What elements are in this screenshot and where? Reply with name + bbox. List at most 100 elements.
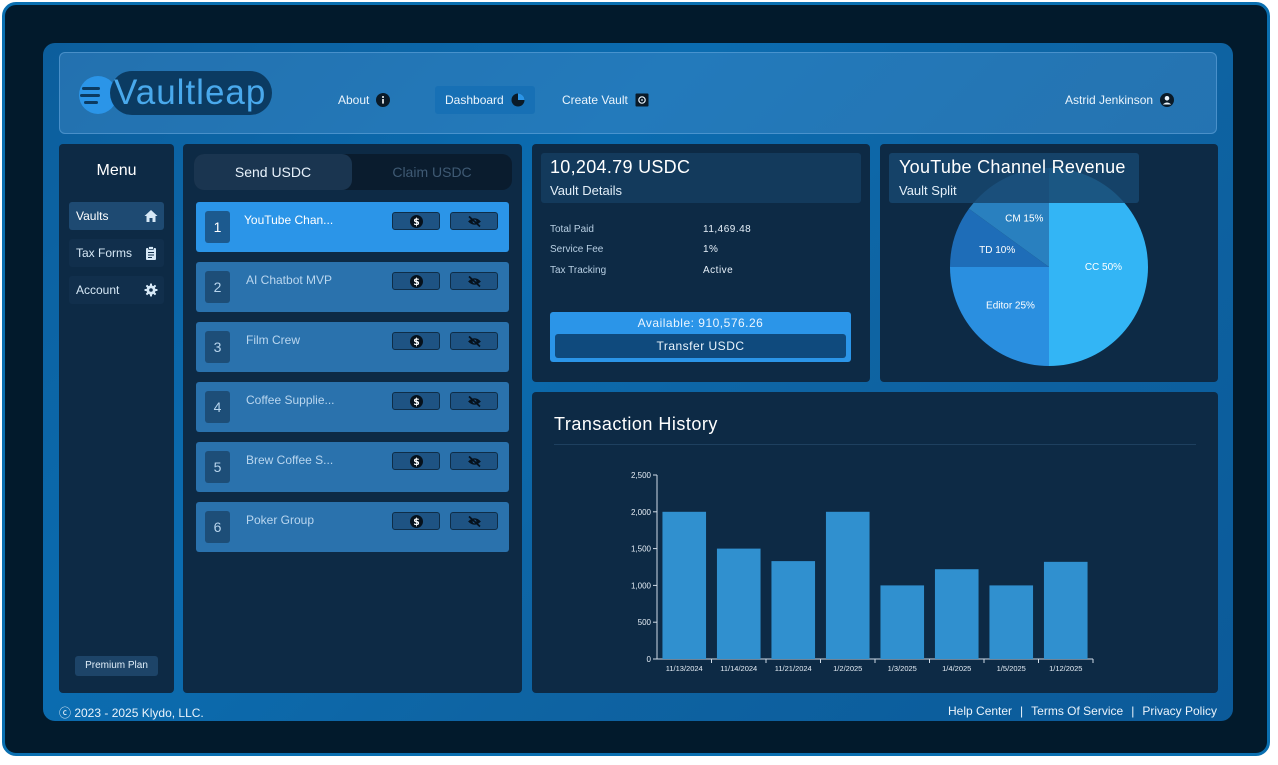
bar[interactable] [825, 511, 870, 659]
bar[interactable] [771, 561, 816, 659]
terms-of-service-link[interactable]: Terms Of Service [1031, 704, 1123, 718]
footer-separator: | [1131, 704, 1135, 718]
vault-hide-button[interactable] [450, 512, 498, 530]
transaction-history-panel: Transaction History 0 500 1,000 1,500 2,000 2… [532, 392, 1218, 693]
pie-slice-label: CC 50% [1085, 262, 1122, 273]
vault-pay-button[interactable]: $ [392, 272, 440, 290]
vault-pay-button[interactable]: $ [392, 392, 440, 410]
vault-name: Poker Group [246, 513, 315, 527]
menu-item-account[interactable]: Account [69, 276, 164, 304]
svg-text:$: $ [413, 216, 419, 227]
privacy-policy-link[interactable]: Privacy Policy [1142, 704, 1217, 718]
bar[interactable] [880, 585, 925, 659]
logo-text: Vaultleap [110, 71, 273, 115]
vault-name: Film Crew [246, 333, 300, 347]
x-tick-label: 1/2/2025 [833, 664, 862, 673]
dollar-icon: $ [409, 334, 423, 348]
detail-value-tax-tracking: Active [703, 265, 734, 276]
vault-number: 3 [205, 331, 230, 363]
menu-item-label: Vaults [76, 209, 109, 223]
vault-pay-button[interactable]: $ [392, 212, 440, 230]
nav-about[interactable]: About [338, 86, 391, 114]
vault-hide-button[interactable] [450, 452, 498, 470]
x-tick-label: 1/5/2025 [997, 664, 1026, 673]
vault-row[interactable]: 1 YouTube Chan... $ [196, 202, 509, 252]
bar[interactable] [934, 569, 979, 659]
bar[interactable] [1043, 561, 1088, 659]
vault-row[interactable]: 2 AI Chatbot MVP $ [196, 262, 509, 312]
pie-slice[interactable] [950, 267, 1049, 366]
eye-slash-icon [467, 335, 481, 347]
vault-number: 5 [205, 451, 230, 483]
svg-text:$: $ [413, 516, 419, 527]
pie-slice-label: CM 15% [1005, 213, 1043, 224]
vault-amount-box: 10,204.79 USDC Vault Details [541, 153, 861, 203]
vaultleap-logo[interactable]: Vaultleap [78, 71, 298, 119]
nav-dashboard[interactable]: Dashboard [435, 86, 535, 114]
premium-plan-button[interactable]: Premium Plan [75, 656, 158, 676]
detail-label-service-fee: Service Fee [550, 244, 604, 255]
vault-hide-button[interactable] [450, 332, 498, 350]
transaction-history-bar-chart: 0 500 1,000 1,500 2,000 2,500 11/13/2024 11/14/… [631, 471, 1094, 673]
window-frame: Vaultleap About Dashboard Create Vault A… [2, 2, 1270, 756]
svg-text:$: $ [413, 396, 419, 407]
nav-about-label: About [338, 93, 370, 107]
eye-slash-icon [467, 215, 481, 227]
vault-icon [635, 93, 649, 107]
tab-claim-usdc[interactable]: Claim USDC [352, 154, 512, 190]
usdc-tabs: Send USDC Claim USDC [194, 154, 512, 190]
y-tick-label: 1,000 [631, 581, 652, 590]
y-tick-label: 1,500 [631, 545, 652, 554]
vault-pay-button[interactable]: $ [392, 332, 440, 350]
vault-name: YouTube Chan... [244, 213, 334, 227]
user-menu[interactable]: Astrid Jenkinson [1065, 86, 1175, 114]
help-center-link[interactable]: Help Center [948, 704, 1012, 718]
pie-chart-icon [511, 93, 525, 107]
nav-create-vault[interactable]: Create Vault [562, 86, 649, 114]
menu-title: Menu [96, 162, 137, 179]
vault-split-title: YouTube Channel Revenue [899, 157, 1126, 177]
vault-hide-button[interactable] [450, 392, 498, 410]
pie-slice-label: TD 10% [979, 245, 1015, 256]
vault-row[interactable]: 3 Film Crew $ [196, 322, 509, 372]
dollar-icon: $ [409, 514, 423, 528]
eye-slash-icon [467, 455, 481, 467]
detail-value-total-paid: 11,469.48 [703, 224, 752, 235]
home-icon [144, 210, 158, 222]
vault-row[interactable]: 6 Poker Group $ [196, 502, 509, 552]
available-balance-box: Available: 910,576.26 Transfer USDC [550, 312, 851, 362]
vault-hide-button[interactable] [450, 272, 498, 290]
user-icon [1160, 93, 1175, 107]
x-tick-label: 1/3/2025 [888, 664, 917, 673]
menu-item-vaults[interactable]: Vaults [69, 202, 164, 230]
vault-split-panel: YouTube Channel Revenue Vault Split CC 5… [880, 144, 1218, 382]
transfer-usdc-button[interactable]: Transfer USDC [555, 334, 846, 358]
eye-slash-icon [467, 515, 481, 527]
vault-details-panel: 10,204.79 USDC Vault Details Total Paid … [532, 144, 870, 382]
tab-send-usdc[interactable]: Send USDC [194, 154, 352, 190]
footer-links: Help Center | Terms Of Service | Privacy… [948, 704, 1217, 718]
vault-details-heading: Vault Details [550, 183, 623, 198]
vault-number: 6 [205, 511, 230, 543]
x-tick-label: 1/4/2025 [942, 664, 971, 673]
vault-hide-button[interactable] [450, 212, 498, 230]
eye-slash-icon [467, 395, 481, 407]
side-menu: Menu Vaults Tax Forms Account Premium Pl… [59, 144, 174, 693]
bar[interactable] [716, 548, 761, 659]
nav-create-vault-label: Create Vault [562, 93, 628, 107]
vault-row[interactable]: 5 Brew Coffee S... $ [196, 442, 509, 492]
vault-row[interactable]: 4 Coffee Supplie... $ [196, 382, 509, 432]
vault-pay-button[interactable]: $ [392, 452, 440, 470]
vault-name: AI Chatbot MVP [246, 273, 333, 287]
vault-name: Coffee Supplie... [246, 393, 335, 407]
vault-balance: 10,204.79 USDC [550, 157, 691, 177]
bar[interactable] [989, 585, 1034, 659]
bar[interactable] [662, 511, 707, 659]
available-balance: Available: 910,576.26 [637, 316, 764, 330]
menu-item-label: Account [76, 283, 120, 297]
vault-pay-button[interactable]: $ [392, 512, 440, 530]
menu-item-tax-forms[interactable]: Tax Forms [69, 239, 164, 267]
y-tick-label: 500 [638, 618, 652, 627]
dollar-icon: $ [409, 214, 423, 228]
pie-slice-label: Editor 25% [986, 301, 1035, 312]
